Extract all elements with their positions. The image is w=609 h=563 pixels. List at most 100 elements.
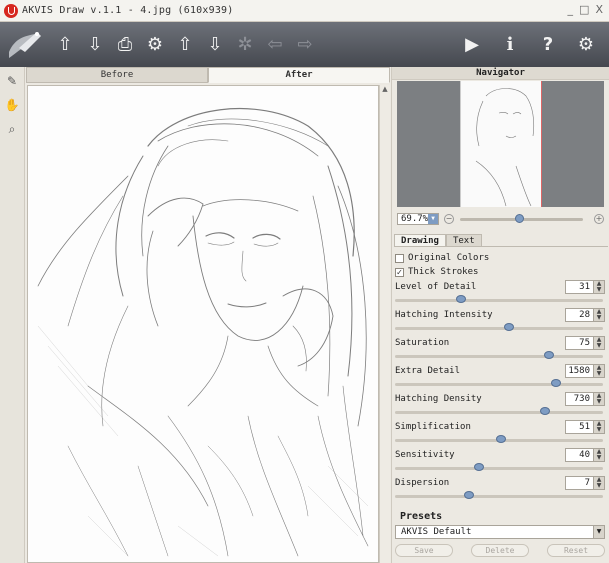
param-slider[interactable] xyxy=(395,491,603,499)
save-preset-button[interactable]: Save xyxy=(395,544,453,557)
zoom-out-button[interactable]: − xyxy=(444,214,454,224)
gear-icon: ⚙ xyxy=(577,33,595,55)
spinner-arrows-icon[interactable]: ▲ ▼ xyxy=(593,309,604,321)
param-row: Saturation 75 ▲ ▼ xyxy=(395,335,607,363)
load-settings-button[interactable]: ⇧ xyxy=(170,30,200,60)
param-slider[interactable] xyxy=(395,435,603,443)
magnifier-icon: ⌕ xyxy=(8,121,16,136)
param-value: 1580 xyxy=(568,366,590,376)
param-slider-knob[interactable] xyxy=(551,379,562,387)
delete-preset-button[interactable]: Delete xyxy=(471,544,529,557)
print-button[interactable]: ⎙ xyxy=(110,30,140,60)
param-slider-knob[interactable] xyxy=(464,491,475,499)
param-slider-knob[interactable] xyxy=(456,295,467,303)
spinner-arrows-icon[interactable]: ▲ ▼ xyxy=(593,337,604,349)
param-slider[interactable] xyxy=(395,323,603,331)
zoom-in-button[interactable]: + xyxy=(594,214,604,224)
zoom-row: 69.7% ▼ − + xyxy=(397,212,604,226)
minimize-button[interactable]: _ xyxy=(568,3,574,16)
spinner-arrows-icon[interactable]: ▲ ▼ xyxy=(593,365,604,377)
preferences-button[interactable]: ✲ xyxy=(230,30,260,60)
tab-before[interactable]: Before xyxy=(26,67,208,83)
save-image-button[interactable]: ⇩ xyxy=(80,30,110,60)
zoom-slider-knob[interactable] xyxy=(515,213,525,223)
navigator-thumbnail[interactable] xyxy=(460,81,542,207)
main-toolbar: ⇧ ⇩ ⎙ ⚙ ⇧ ⇩ ✲ ⇦ ⇨ ▶ i ? ⚙ xyxy=(0,22,609,67)
tab-text[interactable]: Text xyxy=(445,234,482,246)
param-slider-knob[interactable] xyxy=(543,351,554,359)
param-slider-knob[interactable] xyxy=(495,435,506,443)
pencil-icon: ✎ xyxy=(6,74,18,88)
original-colors-checkbox[interactable] xyxy=(395,253,404,263)
param-value-input[interactable]: 730 ▲ ▼ xyxy=(565,392,605,406)
param-slider[interactable] xyxy=(395,379,603,387)
settings-panel: Navigator 69.7% ▼ − + Drawing Text Origi… xyxy=(391,67,609,563)
presets-select[interactable]: AKVIS Default ▼ xyxy=(395,525,605,539)
param-label: Hatching Intensity xyxy=(395,310,493,320)
param-slider-knob[interactable] xyxy=(474,463,485,471)
param-slider[interactable] xyxy=(395,407,603,415)
spinner-arrows-icon[interactable]: ▲ ▼ xyxy=(593,421,604,433)
info-icon: i xyxy=(506,33,514,55)
param-slider[interactable] xyxy=(395,463,603,471)
spinner-arrows-icon[interactable]: ▲ ▼ xyxy=(593,477,604,489)
param-value-input[interactable]: 51 ▲ ▼ xyxy=(565,420,605,434)
param-slider-knob[interactable] xyxy=(539,407,550,415)
image-canvas[interactable] xyxy=(27,85,379,563)
save-settings-icon: ⇩ xyxy=(207,34,223,55)
navigator-preview[interactable] xyxy=(397,81,604,207)
zoom-slider[interactable] xyxy=(460,213,583,223)
pencil-sketch-image xyxy=(37,108,369,557)
canvas-vertical-scrollbar[interactable]: ▲ xyxy=(379,85,390,563)
share-button[interactable]: ⚙ xyxy=(140,30,170,60)
info-button[interactable]: i xyxy=(495,29,525,59)
param-value: 31 xyxy=(579,282,590,292)
param-value-input[interactable]: 1580 ▲ ▼ xyxy=(565,364,605,378)
save-settings-button[interactable]: ⇩ xyxy=(200,30,230,60)
param-value-input[interactable]: 75 ▲ ▼ xyxy=(565,336,605,350)
reset-preset-button[interactable]: Reset xyxy=(547,544,605,557)
zoom-tool[interactable]: ⌕ xyxy=(2,119,22,139)
scroll-up-icon[interactable]: ▲ xyxy=(380,85,390,95)
maximize-button[interactable]: □ xyxy=(579,3,589,16)
arrow-left-icon: ⇦ xyxy=(267,34,283,55)
gears-icon: ✲ xyxy=(237,34,253,55)
redo-button[interactable]: ⇨ xyxy=(290,30,320,60)
param-slider[interactable] xyxy=(395,295,603,303)
param-value-input[interactable]: 40 ▲ ▼ xyxy=(565,448,605,462)
spinner-arrows-icon[interactable]: ▲ ▼ xyxy=(593,393,604,405)
param-value: 7 xyxy=(584,478,590,488)
share-icon: ⚙ xyxy=(146,34,164,55)
settings-button[interactable]: ⚙ xyxy=(571,29,601,59)
param-slider[interactable] xyxy=(395,351,603,359)
run-button[interactable]: ▶ xyxy=(457,29,487,59)
tab-drawing[interactable]: Drawing xyxy=(394,234,446,246)
close-button[interactable]: X xyxy=(595,3,603,16)
spinner-arrows-icon[interactable]: ▲ ▼ xyxy=(593,281,604,293)
param-label: Dispersion xyxy=(395,478,450,488)
param-slider-knob[interactable] xyxy=(503,323,514,331)
thick-strokes-checkbox[interactable]: ✓ xyxy=(395,267,404,277)
param-value-input[interactable]: 31 ▲ ▼ xyxy=(565,280,605,294)
settings-tabs: Drawing Text xyxy=(394,234,608,247)
tab-after[interactable]: After xyxy=(208,67,390,83)
undo-button[interactable]: ⇦ xyxy=(260,30,290,60)
zoom-select[interactable]: 69.7% ▼ xyxy=(397,213,439,225)
param-value: 75 xyxy=(579,338,590,348)
open-image-button[interactable]: ⇧ xyxy=(50,30,80,60)
param-value-input[interactable]: 28 ▲ ▼ xyxy=(565,308,605,322)
spinner-arrows-icon[interactable]: ▲ ▼ xyxy=(593,449,604,461)
view-tabs: Before After xyxy=(26,67,390,83)
window-controls: _ □ X xyxy=(568,3,603,16)
param-label: Saturation xyxy=(395,338,450,348)
hand-tool[interactable]: ✋ xyxy=(2,95,22,115)
load-settings-icon: ⇧ xyxy=(177,34,193,55)
help-button[interactable]: ? xyxy=(533,29,563,59)
param-value-input[interactable]: 7 ▲ ▼ xyxy=(565,476,605,490)
param-row: Hatching Intensity 28 ▲ ▼ xyxy=(395,307,607,335)
pencil-tool[interactable]: ✎ xyxy=(2,71,22,91)
param-value: 28 xyxy=(579,310,590,320)
original-colors-option[interactable]: Original Colors xyxy=(395,251,607,265)
akvis-logo-icon xyxy=(4,3,18,18)
thick-strokes-option[interactable]: ✓ Thick Strokes xyxy=(395,265,607,279)
